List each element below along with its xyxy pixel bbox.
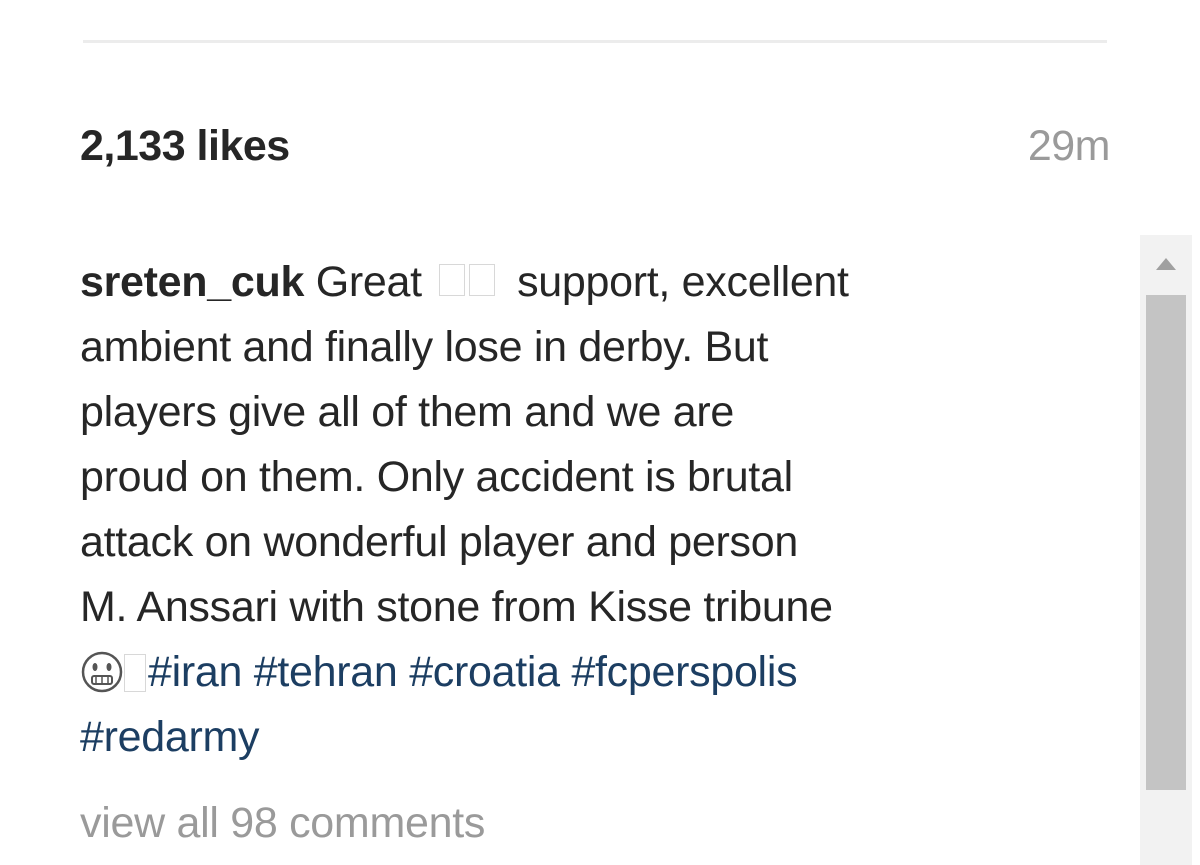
likes-count[interactable]: 2,133 likes bbox=[80, 118, 290, 174]
chevron-up-icon bbox=[1156, 258, 1176, 270]
post-detail-panel: 2,133 likes 29m sreten_cuk Great support… bbox=[0, 0, 1200, 865]
caption-text-line-1a: Great bbox=[304, 258, 434, 306]
caption-text-line-4: proud on them. Only accident is brutal bbox=[80, 453, 793, 501]
worried-face-icon bbox=[80, 648, 124, 693]
caption-text-line-5: attack on wonderful player and person bbox=[80, 518, 798, 566]
caption-username[interactable]: sreten_cuk bbox=[80, 258, 304, 306]
caption-text-line-3: players give all of them and we are bbox=[80, 388, 734, 436]
caption-text-line-6: M. Anssari with stone from Kisse tribune bbox=[80, 583, 833, 631]
view-all-comments-link[interactable]: view all 98 comments bbox=[80, 795, 485, 851]
post-caption: sreten_cuk Great support, excellent ambi… bbox=[80, 250, 1125, 770]
flag-icon bbox=[437, 264, 501, 298]
scrollbar-thumb[interactable] bbox=[1146, 295, 1186, 790]
likes-row: 2,133 likes 29m bbox=[80, 118, 1111, 174]
hashtag-croatia[interactable]: #croatia bbox=[409, 648, 560, 696]
hashtag-fcperspolis[interactable]: #fcperspolis bbox=[571, 648, 797, 696]
scroll-up-button[interactable] bbox=[1140, 235, 1192, 293]
hashtag-tehran[interactable]: #tehran bbox=[254, 648, 398, 696]
hashtag-redarmy[interactable]: #redarmy bbox=[80, 713, 260, 761]
hashtag-iran[interactable]: #iran bbox=[148, 648, 242, 696]
post-timestamp[interactable]: 29m bbox=[1028, 118, 1111, 174]
caption-text-line-1b: support, excellent bbox=[505, 258, 849, 306]
section-divider bbox=[83, 40, 1107, 43]
vertical-scrollbar[interactable] bbox=[1140, 235, 1192, 865]
caption-text-line-2: ambient and finally lose in derby. But bbox=[80, 323, 769, 371]
unsupported-glyph-icon bbox=[124, 654, 146, 692]
